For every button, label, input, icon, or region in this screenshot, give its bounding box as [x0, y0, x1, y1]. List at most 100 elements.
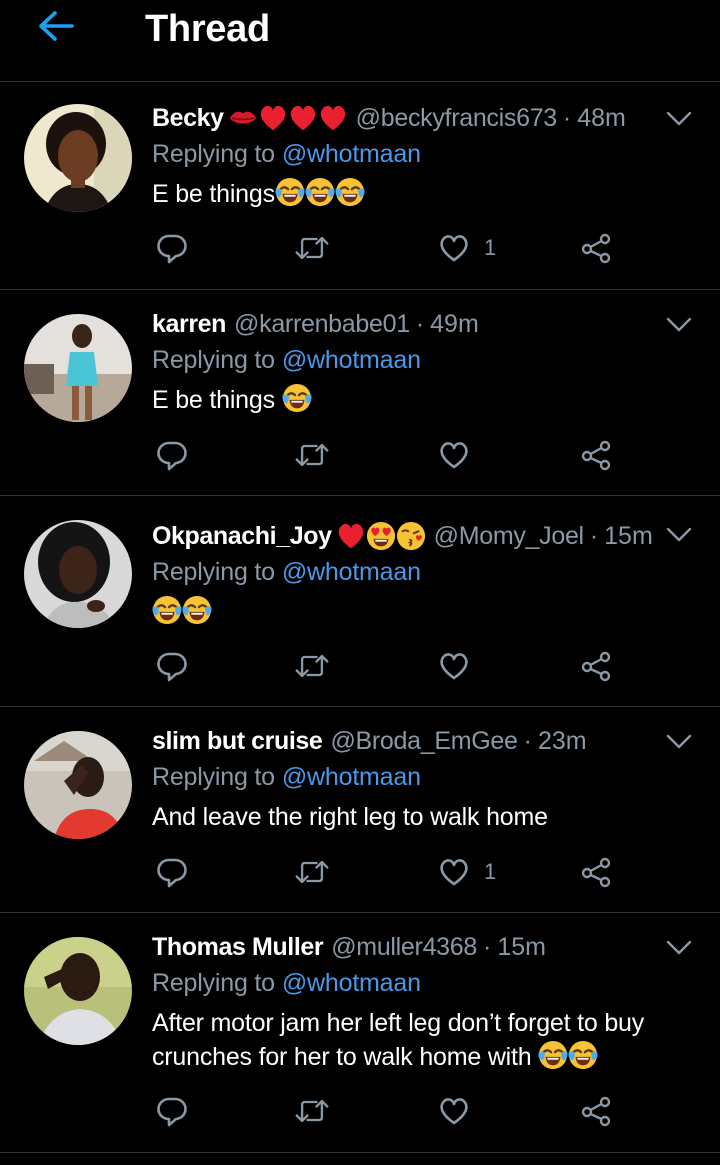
name-emojis: [228, 103, 348, 133]
reply-button[interactable]: [156, 646, 188, 686]
red-heart-icon: [336, 521, 366, 551]
share-button[interactable]: [580, 228, 612, 268]
reply-button[interactable]: [156, 435, 188, 475]
like-button[interactable]: [438, 646, 484, 686]
replying-to-line: Replying to @whotmaan: [152, 967, 421, 999]
like-count: 1: [484, 235, 497, 260]
name-emojis: [336, 521, 426, 551]
kissing-face-icon: [396, 521, 426, 551]
tweet-actions: 1: [152, 228, 632, 268]
tweet-item[interactable]: slim but cruise @Broda_EmGee · 23m Reply…: [0, 707, 720, 913]
replying-to-line: Replying to @whotmaan: [152, 344, 421, 376]
avatar[interactable]: [24, 104, 132, 212]
share-icon: [580, 1095, 612, 1127]
author-handle[interactable]: @Broda_EmGee: [330, 725, 517, 757]
tears-of-joy-icon: [282, 383, 312, 413]
retweet-button[interactable]: [294, 1091, 330, 1131]
retweet-button[interactable]: [294, 435, 330, 475]
mention-link[interactable]: @whotmaan: [282, 558, 421, 586]
retweet-button[interactable]: [294, 852, 330, 892]
page-title: Thread: [145, 8, 270, 50]
author-name[interactable]: karren: [152, 308, 226, 340]
share-icon: [580, 856, 612, 888]
reply-button[interactable]: [156, 1091, 188, 1131]
back-button[interactable]: [34, 10, 78, 46]
like-count: 1: [484, 859, 497, 884]
tears-of-joy-icon: [335, 177, 365, 207]
timestamp[interactable]: 49m: [430, 308, 479, 340]
share-icon: [580, 439, 612, 471]
avatar[interactable]: [24, 731, 132, 839]
mention-link[interactable]: @whotmaan: [282, 346, 421, 374]
like-button[interactable]: [438, 435, 484, 475]
reply-icon: [156, 232, 188, 264]
heart-outline-icon: [438, 439, 470, 471]
timestamp[interactable]: 48m: [577, 102, 626, 134]
author-name[interactable]: Becky: [152, 102, 224, 134]
reply-icon: [156, 1095, 188, 1127]
share-button[interactable]: [580, 852, 612, 892]
tweet-text-content: And leave the right leg to walk home: [152, 803, 548, 831]
author-handle[interactable]: @Momy_Joel: [434, 520, 585, 552]
separator-dot: ·: [523, 727, 532, 755]
tweet-item[interactable]: Becky @beckyfrancis673 · 48m Replying to…: [0, 82, 720, 290]
mention-link[interactable]: @whotmaan: [282, 969, 421, 997]
avatar[interactable]: [24, 520, 132, 628]
tweet-text-content: E be things: [152, 386, 275, 414]
timestamp[interactable]: 15m: [497, 931, 546, 963]
reply-icon: [156, 650, 188, 682]
like-button[interactable]: 1: [438, 228, 496, 268]
reply-icon: [156, 856, 188, 888]
mention-link[interactable]: @whotmaan: [282, 140, 421, 168]
retweet-button[interactable]: [294, 228, 330, 268]
share-button[interactable]: [580, 435, 612, 475]
share-button[interactable]: [580, 646, 612, 686]
timestamp[interactable]: 15m: [604, 520, 653, 552]
share-button[interactable]: [580, 1091, 612, 1131]
separator-dot: ·: [562, 104, 572, 132]
chevron-down-icon[interactable]: [666, 733, 692, 751]
red-heart-icon: [258, 103, 288, 133]
author-handle[interactable]: @beckyfrancis673: [356, 102, 558, 134]
chevron-down-icon[interactable]: [666, 316, 692, 334]
timestamp[interactable]: 23m: [538, 725, 587, 757]
chevron-down-icon[interactable]: [666, 939, 692, 957]
arrow-left-icon: [38, 10, 74, 46]
tweet-header-line: Becky @beckyfrancis673 · 48m: [152, 102, 660, 134]
tweet-header-line: karren @karrenbabe01 · 49m: [152, 308, 660, 340]
replying-label: Replying to: [152, 346, 275, 374]
tweet-actions: [152, 646, 632, 686]
replying-to-line: Replying to @whotmaan: [152, 138, 421, 170]
red-heart-icon: [288, 103, 318, 133]
tweet-item[interactable]: Thomas Muller @muller4368 · 15m Replying…: [0, 913, 720, 1153]
avatar[interactable]: [24, 314, 132, 422]
lips-icon: [228, 103, 258, 133]
retweet-button[interactable]: [294, 646, 330, 686]
chevron-down-icon[interactable]: [666, 110, 692, 128]
tears-of-joy-icon: [152, 595, 182, 625]
tears-of-joy-icon: [568, 1040, 598, 1070]
tears-of-joy-icon: [538, 1040, 568, 1070]
heart-eyes-icon: [366, 521, 396, 551]
separator-dot: ·: [589, 522, 599, 550]
chevron-down-icon[interactable]: [666, 526, 692, 544]
tears-of-joy-icon: [182, 595, 212, 625]
author-name[interactable]: Thomas Muller: [152, 931, 324, 963]
like-button[interactable]: 1: [438, 852, 496, 892]
tweet-item[interactable]: Okpanachi_Joy @Momy_Joel · 15m Replying …: [0, 496, 720, 707]
tweet-text: After motor jam her left leg don’t forge…: [152, 1007, 682, 1074]
author-name[interactable]: slim but cruise: [152, 725, 323, 757]
reply-button[interactable]: [156, 228, 188, 268]
avatar[interactable]: [24, 937, 132, 1045]
tweet-item[interactable]: karren @karrenbabe01 · 49m Replying to @w…: [0, 290, 720, 496]
heart-outline-icon: [438, 232, 470, 264]
author-handle[interactable]: @karrenbabe01: [234, 308, 410, 340]
mention-link[interactable]: @whotmaan: [282, 763, 421, 791]
like-button[interactable]: [438, 1091, 484, 1131]
tweet-text-line-2: crunches for her to walk home with: [152, 1040, 682, 1074]
retweet-icon: [294, 233, 330, 263]
reply-button[interactable]: [156, 852, 188, 892]
author-name[interactable]: Okpanachi_Joy: [152, 520, 332, 552]
tweet-text: E be things: [152, 383, 682, 417]
author-handle[interactable]: @muller4368: [331, 931, 477, 963]
